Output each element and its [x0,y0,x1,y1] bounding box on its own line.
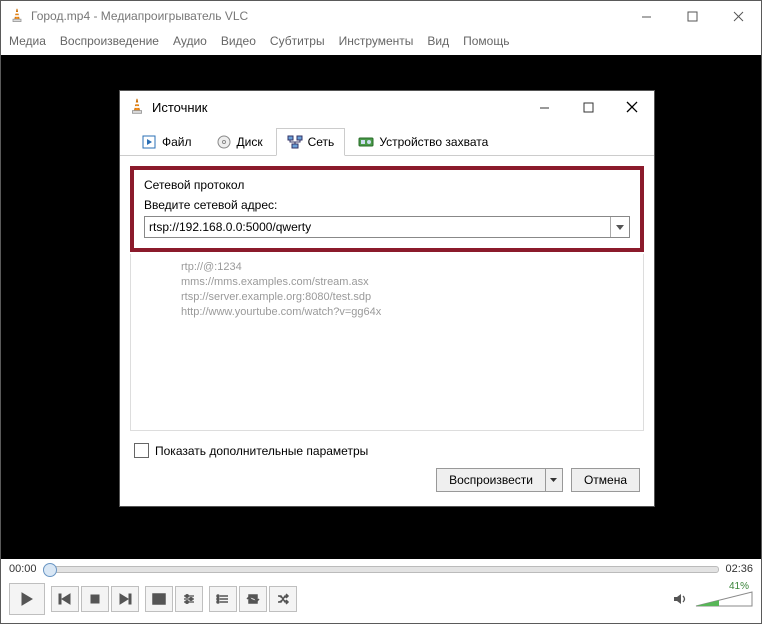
tab-label: Файл [162,135,192,149]
disc-icon [216,134,232,150]
menu-audio[interactable]: Аудио [173,34,207,48]
elapsed-time: 00:00 [9,563,37,575]
example-line: rtp://@:1234 [181,260,631,275]
cancel-button[interactable]: Отмена [571,468,640,492]
group-label: Сетевой протокол [144,178,630,192]
time-bar: 00:00 02:36 [1,559,761,579]
open-media-dialog: Источник Файл Диск Сеть [119,90,655,507]
volume-control: 41% [673,590,753,608]
play-pause-button[interactable] [9,583,45,615]
menu-tools[interactable]: Инструменты [339,34,414,48]
show-more-checkbox[interactable] [134,443,149,458]
network-icon [287,134,303,150]
capture-icon [358,134,374,150]
total-time: 02:36 [725,563,753,575]
menu-subtitles[interactable]: Субтитры [270,34,325,48]
maximize-button[interactable] [669,1,715,31]
vlc-icon [9,8,25,24]
dialog-bottom: Показать дополнительные параметры Воспро… [120,431,654,506]
playlist-button[interactable] [209,586,237,612]
tab-strip: Файл Диск Сеть Устройство захвата [120,123,654,156]
show-more-row: Показать дополнительные параметры [134,443,640,458]
next-button[interactable] [111,586,139,612]
vlc-icon [128,98,146,116]
main-window: Город.mp4 - Медиапроигрыватель VLC Медиа… [0,0,762,624]
prev-button[interactable] [51,586,79,612]
loop-button[interactable] [239,586,267,612]
url-prompt: Введите сетевой адрес: [144,198,630,212]
network-protocol-group: Сетевой протокол Введите сетевой адрес: [130,166,644,252]
extended-settings-button[interactable] [175,586,203,612]
minimize-button[interactable] [623,1,669,31]
show-more-label: Показать дополнительные параметры [155,444,368,458]
dialog-title: Источник [152,100,208,115]
play-button[interactable]: Воспроизвести [436,468,546,492]
volume-slider[interactable]: 41% [695,590,753,608]
player-controls: 41% [1,579,761,623]
menu-help[interactable]: Помощь [463,34,509,48]
url-input[interactable] [145,217,610,237]
url-combo [144,216,630,238]
example-line: rtsp://server.example.org:8080/test.sdp [181,290,631,305]
menu-video[interactable]: Видео [221,34,256,48]
menu-media[interactable]: Медиа [9,34,46,48]
file-icon [141,134,157,150]
close-button[interactable] [715,1,761,31]
menubar: Медиа Воспроизведение Аудио Видео Субтит… [1,31,761,55]
play-dropdown-button[interactable] [546,468,563,492]
menu-view[interactable]: Вид [427,34,449,48]
stop-button[interactable] [81,586,109,612]
tab-label: Диск [237,135,263,149]
titlebar: Город.mp4 - Медиапроигрыватель VLC [1,1,761,31]
window-title: Город.mp4 - Медиапроигрыватель VLC [31,9,248,23]
tab-label: Устройство захвата [379,135,488,149]
tab-capture[interactable]: Устройство захвата [347,128,499,156]
video-area: Источник Файл Диск Сеть [1,55,761,559]
seek-slider[interactable] [43,564,720,574]
play-split-button: Воспроизвести [436,468,563,492]
tab-label: Сеть [308,135,335,149]
dialog-minimize-button[interactable] [522,91,566,123]
example-line: mms://mms.examples.com/stream.asx [181,275,631,290]
tab-network[interactable]: Сеть [276,128,346,156]
dialog-titlebar: Источник [120,91,654,123]
window-controls [623,1,761,31]
speaker-icon[interactable] [673,592,689,606]
tab-file[interactable]: Файл [130,128,203,156]
shuffle-button[interactable] [269,586,297,612]
url-dropdown-button[interactable] [610,217,629,237]
fullscreen-button[interactable] [145,586,173,612]
dialog-close-button[interactable] [610,91,654,123]
example-line: http://www.yourtube.com/watch?v=gg64x [181,305,631,320]
seek-knob[interactable] [43,563,57,577]
tab-disc[interactable]: Диск [205,128,274,156]
dialog-maximize-button[interactable] [566,91,610,123]
menu-playback[interactable]: Воспроизведение [60,34,159,48]
url-examples: rtp://@:1234 mms://mms.examples.com/stre… [130,254,644,431]
